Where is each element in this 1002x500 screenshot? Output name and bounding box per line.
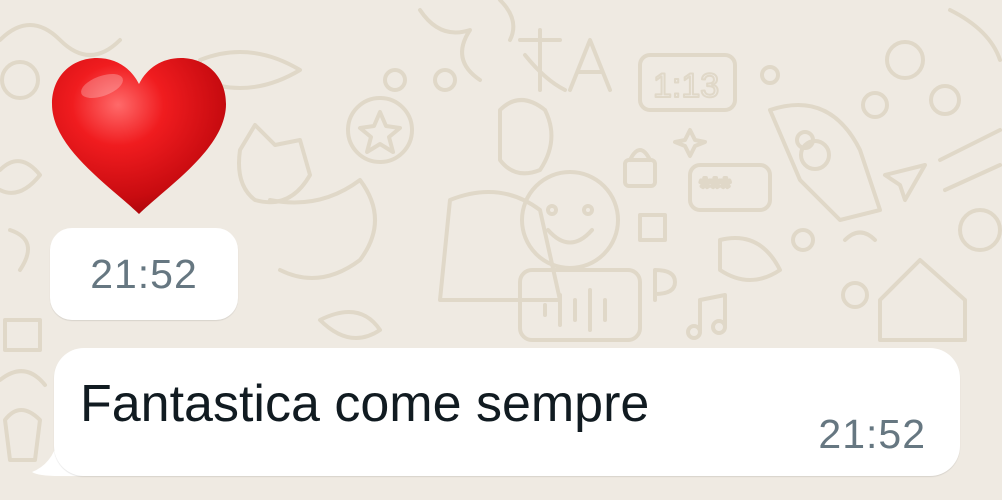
svg-text:1:13: 1:13	[653, 67, 719, 105]
message-timestamp: 21:52	[818, 411, 926, 457]
text-message-bubble[interactable]: Fantastica come sempre 21:52	[54, 348, 960, 476]
message-text: Fantastica come sempre	[80, 375, 650, 433]
heart-message-timestamp-bubble: 21:52	[50, 228, 238, 320]
svg-text:***: ***	[700, 172, 730, 202]
red-heart-icon	[52, 58, 226, 214]
heart-emoji-message[interactable]	[50, 56, 228, 218]
message-timestamp: 21:52	[90, 250, 198, 297]
